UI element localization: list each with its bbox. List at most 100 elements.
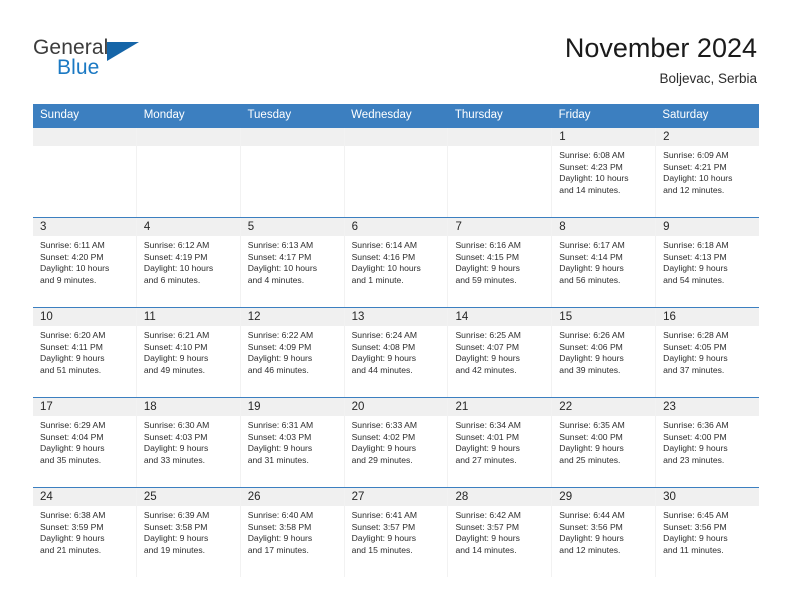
sunset-time: Sunset: 4:03 PM [143,431,208,442]
day-number: 26 [240,488,344,506]
daylight-line-1: Daylight: 10 hours [40,263,110,274]
day-number: 4 [136,218,240,236]
daylight-line-2: and 6 minutes. [143,274,201,285]
calendar-week-row: 1 Sunrise: 6:08 AM Sunset: 4:23 PM Daylight… [33,128,760,217]
calendar-day-cell[interactable]: 5 Sunrise: 6:13 AM Sunset: 4:17 PM Daylight… [240,218,345,307]
sunrise-time: Sunrise: 6:26 AM [559,330,625,340]
daylight-line-2: and 12 minutes. [663,184,725,195]
sunrise-time: Sunrise: 6:31 AM [247,420,314,430]
day-sun-info: Sunrise: 6:16 AM Sunset: 4:15 PM Daylight:… [448,236,551,286]
day-sun-info: Sunrise: 6:45 AM Sunset: 3:56 PM Daylight:… [656,506,759,556]
calendar-day-cell[interactable]: 30 Sunrise: 6:45 AM Sunset: 3:56 PM Dayligh… [656,488,760,577]
daylight-line-2: and 29 minutes. [351,454,413,465]
sunrise-time: Sunrise: 6:14 AM [351,240,418,250]
calendar-day-cell[interactable]: 17 Sunrise: 6:29 AM Sunset: 4:04 PM Dayligh… [33,398,137,487]
daylight-line-2: and 11 minutes. [663,544,724,555]
daylight-line-2: and 19 minutes. [143,544,206,555]
sunrise-time: Sunrise: 6:41 AM [351,510,418,520]
calendar-day-cell[interactable]: 24 Sunrise: 6:38 AM Sunset: 3:59 PM Dayligh… [33,488,137,577]
calendar-day-cell[interactable]: 23 Sunrise: 6:36 AM Sunset: 4:00 PM Dayligh… [656,398,760,487]
sunrise-time: Sunrise: 6:24 AM [351,330,418,340]
calendar-day-cell[interactable]: 26 Sunrise: 6:40 AM Sunset: 3:58 PM Dayligh… [240,488,345,577]
daylight-line-1: Daylight: 9 hours [455,263,520,274]
calendar-day-cell[interactable]: 21 Sunrise: 6:34 AM Sunset: 4:01 PM Dayligh… [448,398,553,487]
day-number: 13 [344,308,448,326]
day-sun-info: Sunrise: 6:30 AM Sunset: 4:03 PM Daylight:… [137,416,240,466]
calendar-day-cell[interactable]: 2 Sunrise: 6:09 AM Sunset: 4:21 PM Daylight… [656,128,760,217]
daylight-line-2: and 17 minutes. [247,544,309,555]
sunrise-time: Sunrise: 6:33 AM [351,420,418,430]
sunset-time: Sunset: 4:00 PM [663,431,727,442]
sunset-time: Sunset: 4:10 PM [143,341,208,352]
day-sun-info: Sunrise: 6:25 AM Sunset: 4:07 PM Daylight:… [448,326,551,376]
sunset-time: Sunset: 4:00 PM [559,431,623,442]
calendar-day-cell[interactable]: 7 Sunrise: 6:16 AM Sunset: 4:15 PM Daylight… [448,218,553,307]
calendar-day-cell[interactable]: 29 Sunrise: 6:44 AM Sunset: 3:56 PM Dayligh… [552,488,657,577]
calendar-day-cell[interactable]: 13 Sunrise: 6:24 AM Sunset: 4:08 PM Dayligh… [344,308,449,397]
calendar-day-cell[interactable]: 28 Sunrise: 6:42 AM Sunset: 3:57 PM Dayligh… [448,488,553,577]
calendar-day-cell[interactable]: 25 Sunrise: 6:39 AM Sunset: 3:58 PM Dayligh… [136,488,241,577]
daylight-line-2: and 14 minutes. [559,184,621,195]
day-number: 14 [448,308,552,326]
day-sun-info: Sunrise: 6:13 AM Sunset: 4:17 PM Daylight:… [241,236,344,286]
calendar-day-cell[interactable]: 16 Sunrise: 6:28 AM Sunset: 4:05 PM Dayligh… [656,308,760,397]
sunset-time: Sunset: 4:01 PM [455,431,519,442]
daylight-line-2: and 27 minutes. [455,454,517,465]
daylight-line-1: Daylight: 9 hours [559,263,624,274]
sunset-time: Sunset: 4:16 PM [351,251,416,262]
daylight-line-1: Daylight: 9 hours [559,353,624,364]
daylight-line-1: Daylight: 10 hours [663,173,733,184]
calendar-day-cell[interactable]: 10 Sunrise: 6:20 AM Sunset: 4:11 PM Dayligh… [33,308,137,397]
sunset-time: Sunset: 4:11 PM [40,341,103,352]
day-number [240,128,344,146]
daylight-line-1: Daylight: 9 hours [143,443,209,454]
calendar-day-cell[interactable]: 11 Sunrise: 6:21 AM Sunset: 4:10 PM Dayligh… [136,308,241,397]
calendar-week-row: 10 Sunrise: 6:20 AM Sunset: 4:11 PM Dayligh… [33,307,760,397]
day-number: 7 [448,218,552,236]
sunset-time: Sunset: 4:13 PM [663,251,727,262]
day-sun-info: Sunrise: 6:36 AM Sunset: 4:00 PM Daylight:… [656,416,759,466]
calendar-day-cell[interactable]: 18 Sunrise: 6:30 AM Sunset: 4:03 PM Dayligh… [136,398,241,487]
calendar-day-cell[interactable]: 15 Sunrise: 6:26 AM Sunset: 4:06 PM Dayligh… [552,308,657,397]
day-number: 29 [552,488,656,506]
sunset-time: Sunset: 3:58 PM [143,521,208,532]
daylight-line-1: Daylight: 9 hours [455,353,520,364]
calendar-day-cell[interactable]: 3 Sunrise: 6:11 AM Sunset: 4:20 PM Daylight… [33,218,137,307]
sunset-time: Sunset: 4:03 PM [247,431,312,442]
calendar-day-cell[interactable]: 22 Sunrise: 6:35 AM Sunset: 4:00 PM Dayligh… [552,398,657,487]
daylight-line-1: Daylight: 9 hours [40,533,105,544]
weekday-monday: Monday [143,109,185,121]
sunset-time: Sunset: 4:07 PM [455,341,519,352]
calendar-day-cell[interactable]: 9 Sunrise: 6:18 AM Sunset: 4:13 PM Daylight… [656,218,760,307]
calendar-day-cell[interactable]: 14 Sunrise: 6:25 AM Sunset: 4:07 PM Dayligh… [448,308,553,397]
day-sun-info: Sunrise: 6:31 AM Sunset: 4:03 PM Daylight:… [241,416,344,466]
day-number: 25 [136,488,240,506]
day-number: 11 [136,308,240,326]
calendar-day-cell[interactable]: 8 Sunrise: 6:17 AM Sunset: 4:14 PM Daylight… [552,218,657,307]
day-sun-info: Sunrise: 6:34 AM Sunset: 4:01 PM Daylight:… [448,416,551,466]
calendar-day-cell[interactable]: 20 Sunrise: 6:33 AM Sunset: 4:02 PM Dayligh… [344,398,449,487]
day-sun-info: Sunrise: 6:26 AM Sunset: 4:06 PM Daylight:… [552,326,655,376]
sunset-time: Sunset: 3:59 PM [40,521,104,532]
daylight-line-2: and 39 minutes. [559,364,621,375]
day-number: 2 [656,128,760,146]
generalblue-logo[interactable]: General Blue [33,36,233,86]
calendar-day-cell[interactable]: 12 Sunrise: 6:22 AM Sunset: 4:09 PM Dayligh… [240,308,345,397]
calendar-day-cell[interactable]: 19 Sunrise: 6:31 AM Sunset: 4:03 PM Dayligh… [240,398,345,487]
calendar-day-cell[interactable]: 27 Sunrise: 6:41 AM Sunset: 3:57 PM Dayligh… [344,488,449,577]
calendar-day-cell[interactable]: 4 Sunrise: 6:12 AM Sunset: 4:19 PM Daylight… [136,218,241,307]
sunset-time: Sunset: 4:20 PM [40,251,104,262]
sunset-time: Sunset: 3:57 PM [455,521,519,532]
sunrise-time: Sunrise: 6:21 AM [143,330,210,340]
daylight-line-1: Daylight: 10 hours [247,263,317,274]
daylight-line-2: and 46 minutes. [247,364,309,375]
sunrise-time: Sunrise: 6:18 AM [663,240,729,250]
calendar-day-cell[interactable]: 6 Sunrise: 6:14 AM Sunset: 4:16 PM Daylight… [344,218,449,307]
day-sun-info: Sunrise: 6:11 AM Sunset: 4:20 PM Daylight:… [33,236,136,286]
daylight-line-1: Daylight: 9 hours [559,533,624,544]
calendar-day-cell-empty [33,128,137,217]
sunrise-time: Sunrise: 6:39 AM [143,510,210,520]
calendar-day-cell[interactable]: 1 Sunrise: 6:08 AM Sunset: 4:23 PM Daylight… [552,128,657,217]
sunset-time: Sunset: 4:05 PM [663,341,727,352]
daylight-line-1: Daylight: 9 hours [40,443,105,454]
